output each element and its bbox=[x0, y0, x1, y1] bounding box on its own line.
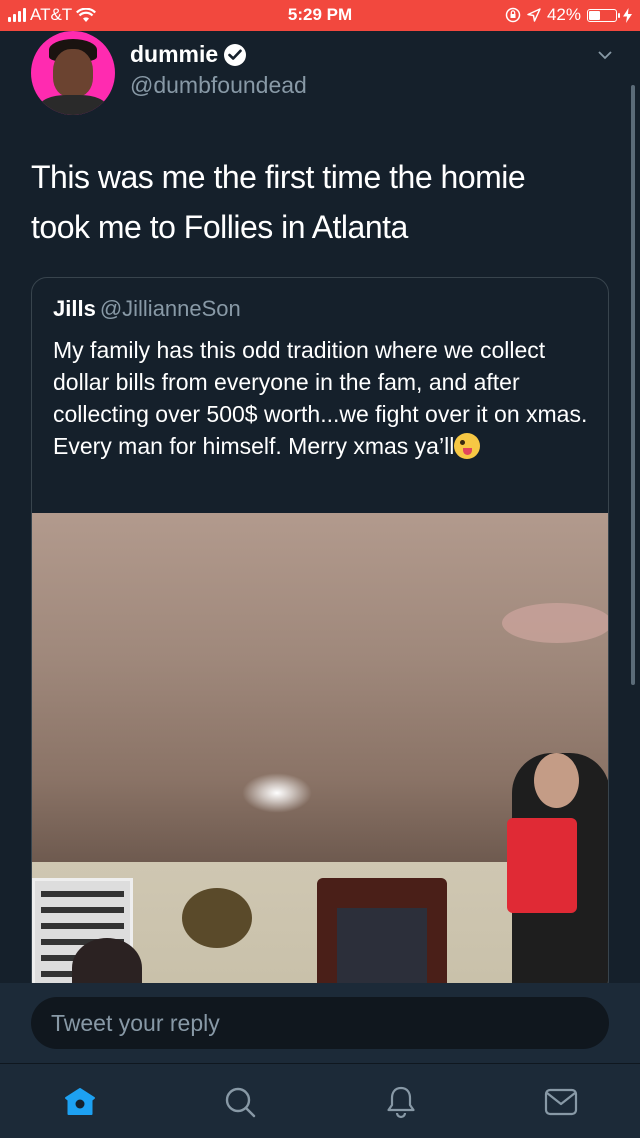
tab-search[interactable] bbox=[222, 1084, 258, 1120]
ceiling-fan bbox=[502, 603, 608, 643]
tab-notifications[interactable] bbox=[383, 1084, 419, 1120]
quoted-tweet-text: My family has this odd tradition where w… bbox=[53, 337, 588, 459]
video-player[interactable] bbox=[32, 513, 608, 996]
quoted-tweet-text-wrap: My family has this odd tradition where w… bbox=[53, 334, 588, 462]
reply-bar: Tweet your reply bbox=[0, 983, 640, 1063]
rotation-lock-icon bbox=[505, 7, 521, 23]
chevron-down-icon[interactable] bbox=[598, 48, 612, 62]
zany-face-icon bbox=[454, 433, 481, 459]
reply-input[interactable]: Tweet your reply bbox=[31, 997, 609, 1049]
author-handle[interactable]: @dumbfoundead bbox=[130, 72, 307, 99]
quoted-tweet-header: Jills @JillianneSon bbox=[53, 296, 241, 322]
home-icon bbox=[65, 1088, 95, 1115]
charging-bolt-icon bbox=[623, 7, 632, 23]
display-name[interactable]: dummie bbox=[130, 41, 218, 68]
quoted-tweet[interactable]: Jills @JillianneSon My family has this od… bbox=[31, 277, 609, 997]
verified-badge-icon bbox=[224, 43, 247, 66]
status-right: 42% bbox=[505, 5, 632, 25]
battery-percent: 42% bbox=[546, 5, 581, 24]
china-cabinet bbox=[317, 878, 447, 996]
battery-icon bbox=[587, 8, 620, 22]
messages-envelope-icon bbox=[544, 1088, 578, 1116]
avatar[interactable] bbox=[31, 31, 115, 115]
status-bar: AT&T 5:29 PM 42% bbox=[0, 0, 640, 31]
quoted-display-name: Jills bbox=[53, 296, 96, 321]
tab-home[interactable] bbox=[62, 1084, 98, 1120]
ceiling-light bbox=[242, 773, 312, 813]
location-arrow-icon bbox=[527, 8, 541, 22]
red-bag bbox=[507, 818, 577, 913]
tweet-text: This was me the first time the homie too… bbox=[31, 159, 526, 245]
quoted-handle: @JillianneSon bbox=[99, 296, 241, 321]
tab-bar bbox=[0, 1063, 640, 1138]
tab-messages[interactable] bbox=[543, 1084, 579, 1120]
scrollbar[interactable] bbox=[631, 85, 635, 685]
search-icon bbox=[225, 1087, 256, 1118]
turtle-figure bbox=[182, 888, 252, 948]
notifications-bell-icon bbox=[387, 1086, 415, 1119]
author-name-row[interactable]: dummie bbox=[130, 41, 247, 68]
